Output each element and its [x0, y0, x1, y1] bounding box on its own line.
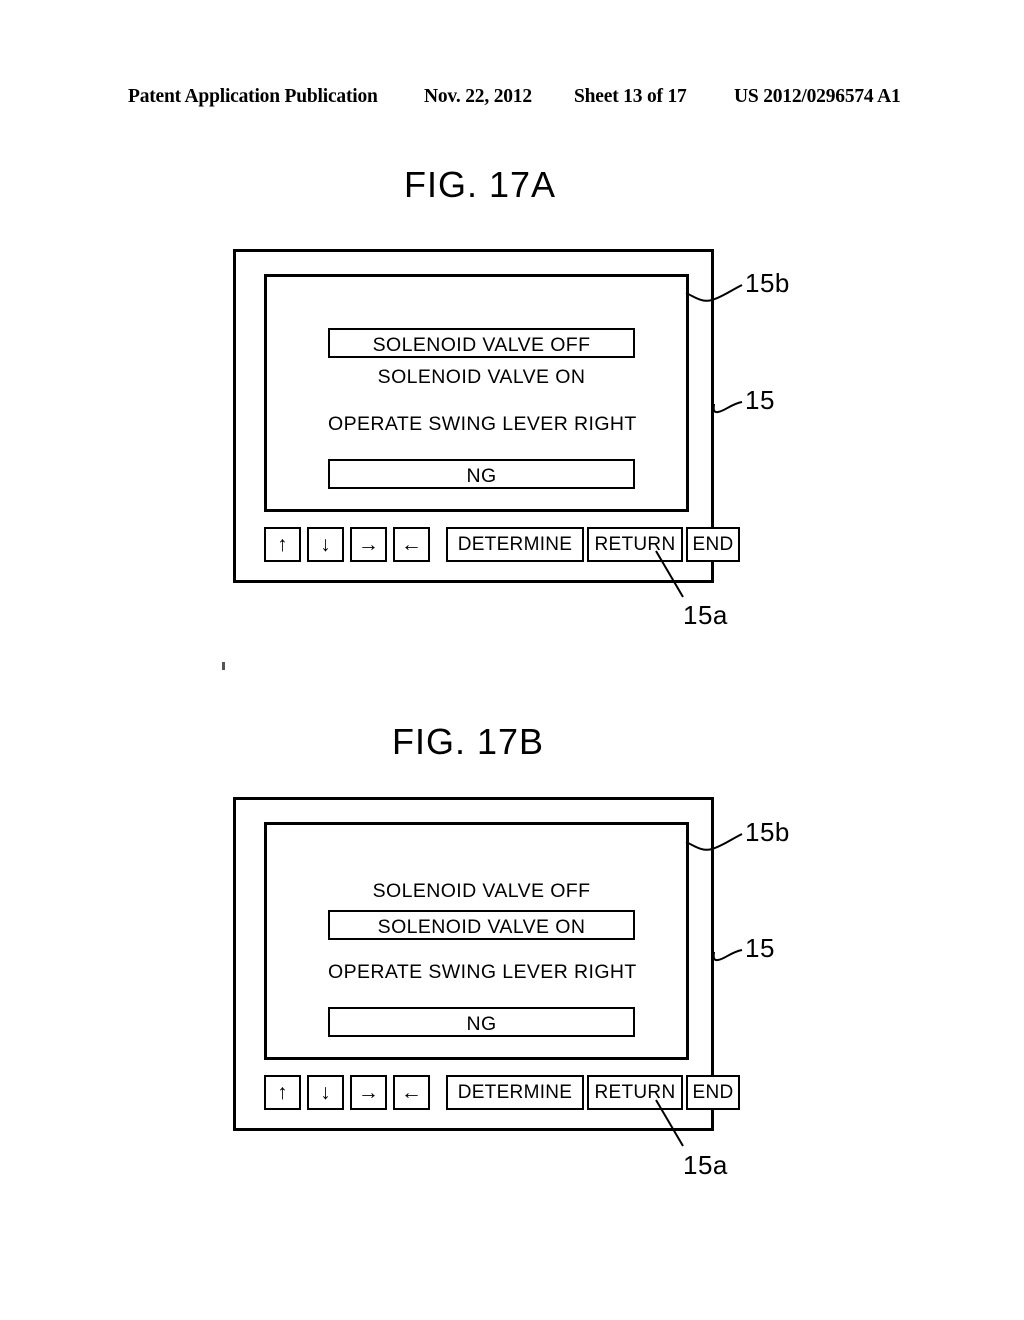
- right-arrow-button[interactable]: →: [350, 527, 387, 562]
- return-button[interactable]: RETURN: [587, 527, 683, 562]
- left-arrow-button[interactable]: ←: [393, 527, 430, 562]
- reference-numeral-device-17b: 15: [745, 933, 775, 963]
- screen-line-operate-swing-lever-right: OPERATE SWING LEVER RIGHT: [328, 961, 637, 983]
- determine-button[interactable]: DETERMINE: [446, 527, 584, 562]
- screen-line-solenoid-valve-on[interactable]: SOLENOID VALVE ON: [328, 362, 635, 392]
- scan-artifact: [222, 662, 225, 670]
- screen-line-solenoid-valve-off[interactable]: SOLENOID VALVE OFF: [328, 328, 635, 358]
- reference-numeral-device-17a: 15: [745, 385, 775, 415]
- reference-numeral-display-17b: 15b: [745, 817, 790, 847]
- screen-line-result-ng: NG: [328, 459, 635, 489]
- down-arrow-button[interactable]: ↓: [307, 1075, 344, 1110]
- sheet-number: Sheet 13 of 17: [574, 86, 687, 107]
- leader-line-15-17b: [712, 949, 743, 962]
- reference-numeral-keypad-17b: 15a: [683, 1150, 728, 1180]
- display-screen-17b: SOLENOID VALVE OFF SOLENOID VALVE ON OPE…: [264, 822, 689, 1060]
- down-arrow-button[interactable]: ↓: [307, 527, 344, 562]
- screen-line-solenoid-valve-off[interactable]: SOLENOID VALVE OFF: [328, 876, 635, 906]
- right-arrow-button[interactable]: →: [350, 1075, 387, 1110]
- end-button[interactable]: END: [686, 1075, 740, 1110]
- publication-label: Patent Application Publication: [128, 86, 378, 107]
- up-arrow-button[interactable]: ↑: [264, 1075, 301, 1110]
- reference-numeral-keypad-17a: 15a: [683, 600, 728, 630]
- up-arrow-button[interactable]: ↑: [264, 527, 301, 562]
- leader-line-15-17a: [712, 401, 743, 414]
- keypad-17a: ↑ ↓ → ← DETERMINE RETURN END: [264, 527, 740, 565]
- display-device-17a: SOLENOID VALVE OFF SOLENOID VALVE ON OPE…: [233, 249, 740, 583]
- end-button[interactable]: END: [686, 527, 740, 562]
- keypad-17b: ↑ ↓ → ← DETERMINE RETURN END: [264, 1075, 740, 1113]
- return-button[interactable]: RETURN: [587, 1075, 683, 1110]
- display-device-17b: SOLENOID VALVE OFF SOLENOID VALVE ON OPE…: [233, 797, 740, 1131]
- screen-line-result-ng: NG: [328, 1007, 635, 1037]
- publication-date: Nov. 22, 2012: [424, 86, 532, 107]
- left-arrow-button[interactable]: ←: [393, 1075, 430, 1110]
- screen-line-solenoid-valve-on[interactable]: SOLENOID VALVE ON: [328, 910, 635, 940]
- page-header: Patent Application Publication Nov. 22, …: [0, 86, 1024, 112]
- figure-title-17b: FIG. 17B: [392, 721, 545, 762]
- patent-number: US 2012/0296574 A1: [734, 86, 901, 107]
- display-screen-17a: SOLENOID VALVE OFF SOLENOID VALVE ON OPE…: [264, 274, 689, 512]
- reference-numeral-display-17a: 15b: [745, 268, 790, 298]
- screen-line-operate-swing-lever-right: OPERATE SWING LEVER RIGHT: [328, 413, 637, 435]
- figure-title-17a: FIG. 17A: [404, 164, 557, 205]
- determine-button[interactable]: DETERMINE: [446, 1075, 584, 1110]
